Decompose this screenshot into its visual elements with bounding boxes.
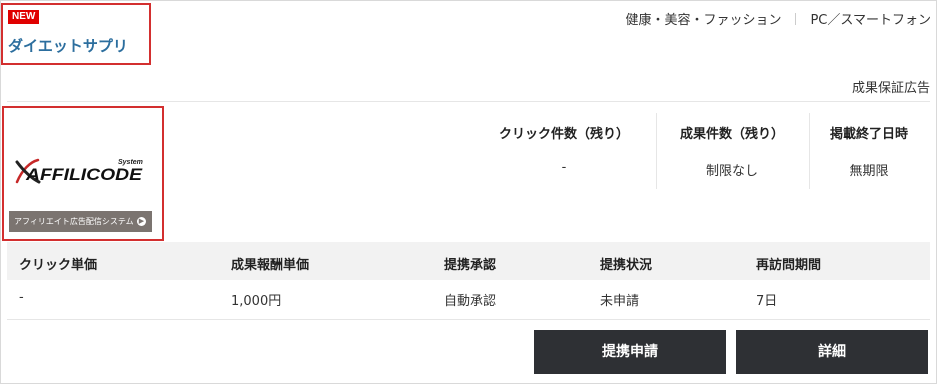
category-health-beauty: 健康・美容・ファッション	[625, 13, 782, 28]
affilicode-logo[interactable]: System AFFILICODE	[14, 156, 146, 186]
td-approval: 自動承認	[444, 294, 497, 309]
td-revisit-period: 7日	[756, 294, 778, 309]
category-device: PC／スマートフォン	[810, 13, 931, 28]
stat-value: 無期限	[849, 164, 889, 179]
stat-value: -	[561, 160, 567, 175]
th-status: 提携状況	[600, 258, 653, 273]
stat-end-date: 掲載終了日時 無期限	[810, 123, 928, 179]
stat-label: 成果件数（残り）	[679, 127, 784, 142]
th-revisit-period: 再訪問期間	[756, 258, 822, 273]
apply-partnership-button[interactable]: 提携申請	[534, 330, 726, 374]
divider	[7, 319, 930, 320]
new-badge: NEW	[8, 10, 40, 24]
divider	[7, 101, 930, 102]
td-click-price: -	[19, 290, 24, 305]
logo-subtitle-text: アフィリエイト広告配信システム	[14, 217, 134, 226]
category-list: 健康・美容・ファッション PC／スマートフォン	[625, 9, 931, 28]
th-reward-price: 成果報酬単価	[231, 258, 310, 273]
th-approval: 提携承認	[444, 258, 497, 273]
td-reward-price: 1,000円	[231, 294, 282, 309]
stat-label: 掲載終了日時	[829, 127, 908, 142]
stat-click-remaining: クリック件数（残り） -	[474, 123, 654, 175]
program-title-link[interactable]: ダイエットサプリ	[8, 35, 128, 56]
chevron-right-icon: ▶	[137, 217, 146, 226]
logo-subtitle-bar[interactable]: アフィリエイト広告配信システム ▶	[9, 211, 152, 232]
ad-type-label: 成果保証広告	[851, 81, 930, 96]
th-click-price: クリック単価	[19, 258, 98, 273]
logo-wordmark: AFFILICODE	[25, 165, 143, 184]
stat-value: 制限なし	[705, 164, 758, 179]
detail-button[interactable]: 詳細	[736, 330, 928, 374]
stat-conversion-remaining: 成果件数（残り） 制限なし	[656, 123, 808, 179]
category-separator	[795, 12, 797, 25]
stat-label: クリック件数（残り）	[498, 127, 629, 142]
td-status: 未申請	[600, 294, 640, 309]
